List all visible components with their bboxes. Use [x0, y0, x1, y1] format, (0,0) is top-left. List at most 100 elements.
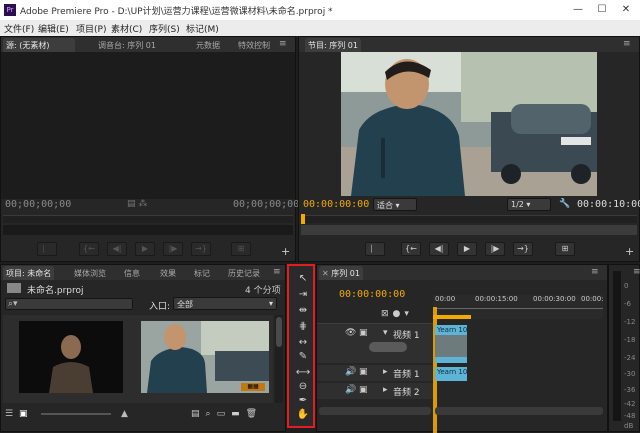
speaker-icon[interactable]: 🔊: [345, 367, 356, 377]
source-play-button[interactable]: ▶: [135, 242, 155, 256]
eye-icon[interactable]: 👁: [345, 328, 356, 338]
new-item-icon[interactable]: ▬: [231, 409, 246, 419]
project-search-input[interactable]: ⌕▾: [5, 298, 133, 310]
maximize-button[interactable]: ☐: [590, 2, 614, 18]
video-clip[interactable]: Yearn 10: [435, 325, 467, 363]
expand-track-2-icon[interactable]: ▸: [383, 385, 388, 395]
source-step-forward-button[interactable]: |▶: [163, 242, 183, 256]
marker-icon[interactable]: ●: [393, 309, 405, 319]
program-mark-in-button[interactable]: ⎸: [365, 242, 385, 256]
program-zoom-bar[interactable]: [301, 225, 637, 235]
wrench-icon[interactable]: 🔧: [559, 199, 570, 209]
expand-track-icon[interactable]: ▸: [383, 367, 388, 377]
project-scrollbar[interactable]: [275, 315, 283, 403]
program-play-button[interactable]: ▶: [457, 242, 477, 256]
source-settings-icon[interactable]: ▤ ⁂: [127, 199, 147, 209]
tab-project[interactable]: 项目: 未命名: [3, 266, 55, 280]
hand-tool-icon[interactable]: ✋: [294, 408, 312, 422]
speaker-2-icon[interactable]: 🔊: [345, 385, 356, 395]
track-select-tool-icon[interactable]: ⇥: [294, 288, 312, 302]
slide-tool-icon[interactable]: ⊖: [294, 380, 312, 394]
program-fit-select[interactable]: 适合 ▾: [373, 198, 417, 211]
rate-stretch-tool-icon[interactable]: ↔: [294, 336, 312, 350]
program-playhead[interactable]: [301, 214, 305, 224]
minimize-button[interactable]: —: [566, 2, 590, 18]
tab-audio-mixer[interactable]: 调音台: 序列 01: [95, 38, 159, 52]
program-resolution-select[interactable]: 1/2 ▾: [507, 198, 551, 211]
lock-audio-icon[interactable]: ▣: [359, 367, 368, 377]
source-goto-in-button[interactable]: {←: [79, 242, 99, 256]
pen-tool-icon[interactable]: ✒: [294, 394, 312, 408]
zoom-slider[interactable]: [41, 413, 111, 415]
program-goto-in-button[interactable]: {←: [401, 242, 421, 256]
audio-clip-label: Yearn 10: [437, 368, 467, 376]
slip-tool-icon[interactable]: ⟷: [294, 366, 312, 380]
menu-sequence[interactable]: 序列(S): [149, 22, 180, 35]
work-area-bar[interactable]: [433, 315, 471, 319]
project-item-thumb-1[interactable]: [19, 321, 123, 393]
timeline-ruler[interactable]: 00:00 00:00:15:00 00:00:30:00 00:00:4: [433, 295, 603, 319]
tab-media-browser[interactable]: 媒体浏览: [71, 266, 109, 280]
program-scrubber[interactable]: [301, 214, 637, 224]
meter-menu-icon[interactable]: ≡: [633, 267, 640, 277]
add-marker-icon[interactable]: ▾: [404, 309, 413, 319]
source-add-button-icon[interactable]: +: [281, 245, 290, 258]
tab-info[interactable]: 信息: [121, 266, 143, 280]
source-step-back-button[interactable]: ◀|: [107, 242, 127, 256]
menu-project[interactable]: 项目(P): [76, 22, 106, 35]
source-mark-in-button[interactable]: ⎸: [37, 242, 57, 256]
menu-edit[interactable]: 编辑(E): [38, 22, 69, 35]
automate-icon[interactable]: ▤: [191, 409, 206, 419]
keyframe-control[interactable]: [369, 342, 407, 352]
program-panel-menu-icon[interactable]: ≡: [623, 39, 631, 49]
snap-icon[interactable]: ⊠: [381, 309, 393, 319]
program-add-button-icon[interactable]: +: [625, 245, 634, 258]
program-timecode-current[interactable]: 00:00:00:00: [303, 199, 369, 210]
find-icon[interactable]: ⌕: [206, 409, 217, 419]
project-panel-menu-icon[interactable]: ≡: [273, 267, 281, 277]
tab-history[interactable]: 历史记录: [225, 266, 271, 280]
panel-menu-icon[interactable]: ≡: [279, 39, 287, 49]
timeline-panel-menu-icon[interactable]: ≡: [591, 267, 599, 277]
menu-clip[interactable]: 素材(C): [111, 22, 142, 35]
close-button[interactable]: ✕: [614, 2, 638, 18]
project-item-thumb-2[interactable]: ▦▦: [141, 321, 269, 393]
project-scroll-thumb[interactable]: [276, 317, 282, 347]
program-timecode-duration: 00:00:10:00: [577, 199, 640, 210]
program-step-forward-button[interactable]: |▶: [485, 242, 505, 256]
tab-metadata[interactable]: 元数据: [193, 38, 223, 52]
timeline-timecode-current[interactable]: 00:00:00:00: [339, 289, 405, 300]
source-tabbar: 源: (无素材) 调音台: 序列 01 元数据 特效控制 ≡: [1, 37, 295, 52]
razor-tool-icon[interactable]: ✎: [294, 350, 312, 364]
lock-audio-2-icon[interactable]: ▣: [359, 385, 368, 395]
source-insert-button[interactable]: ⊞: [231, 242, 251, 256]
tab-source[interactable]: 源: (无素材): [3, 38, 75, 52]
program-lift-button[interactable]: ⊞: [555, 242, 575, 256]
delete-icon[interactable]: 🗑: [246, 409, 263, 419]
program-goto-out-button[interactable]: →}: [513, 242, 533, 256]
ripple-edit-tool-icon[interactable]: ⇹: [294, 304, 312, 318]
source-zoom-bar[interactable]: [3, 225, 293, 235]
tab-program[interactable]: 节目: 序列 01: [305, 38, 361, 52]
collapse-track-icon[interactable]: ▾: [383, 328, 388, 338]
timeline-horizontal-scrollbar[interactable]: [435, 407, 603, 415]
list-view-icon[interactable]: ☰: [5, 409, 13, 419]
new-bin-icon[interactable]: ▭: [217, 409, 232, 419]
entry-select[interactable]: 全部 ▾: [173, 297, 277, 310]
source-scrubber[interactable]: [3, 215, 293, 223]
icon-view-icon[interactable]: ▣: [19, 409, 28, 419]
tab-sequence[interactable]: ✕ 序列 01: [319, 266, 363, 280]
rolling-edit-tool-icon[interactable]: ⋕: [294, 320, 312, 334]
lock-track-icon[interactable]: ▣: [359, 328, 368, 338]
tab-effect-controls[interactable]: 特效控制: [235, 38, 275, 52]
selection-tool-icon[interactable]: ↖: [294, 272, 312, 286]
project-item-count: 4 个分项: [245, 286, 281, 296]
program-step-back-button[interactable]: ◀|: [429, 242, 449, 256]
audio-clip[interactable]: Yearn 10: [435, 367, 467, 381]
track-header-scrollbar[interactable]: [319, 407, 431, 415]
source-goto-out-button[interactable]: →}: [191, 242, 211, 256]
menu-file[interactable]: 文件(F): [4, 22, 34, 35]
tab-markers[interactable]: 标记: [191, 266, 213, 280]
menu-marker[interactable]: 标记(M): [186, 22, 219, 35]
tab-effects[interactable]: 效果: [157, 266, 179, 280]
